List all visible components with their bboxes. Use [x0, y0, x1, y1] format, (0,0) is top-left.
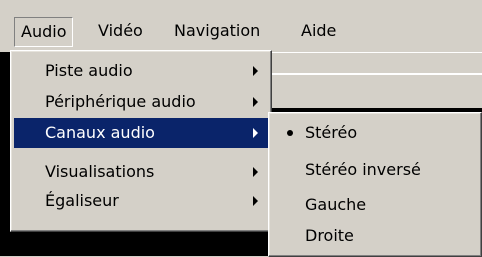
- menu-item-label: Égaliseur: [45, 191, 119, 210]
- menu-item-egaliseur[interactable]: Égaliseur: [14, 186, 268, 216]
- menu-navigation[interactable]: Navigation: [168, 17, 266, 45]
- submenu-item-gauche[interactable]: Gauche: [272, 190, 478, 220]
- menu-item-visualisations[interactable]: Visualisations: [14, 157, 268, 187]
- submenu-item-label: Gauche: [305, 195, 367, 214]
- submenu-arrow-icon: [253, 196, 258, 206]
- submenu-item-droite[interactable]: Droite: [272, 221, 478, 251]
- submenu-item-label: Stéréo: [305, 123, 358, 142]
- submenu-item-stereo-inverse[interactable]: Stéréo inversé: [272, 155, 478, 185]
- menu-item-label: Périphérique audio: [45, 92, 196, 111]
- menu-item-canaux-audio[interactable]: Canaux audio: [14, 118, 268, 148]
- submenu-item-label: Droite: [305, 226, 354, 245]
- menu-video[interactable]: Vidéo: [92, 17, 149, 45]
- submenu-arrow-icon: [253, 97, 258, 107]
- menu-item-label: Canaux audio: [45, 123, 155, 142]
- toolbar-separator: [268, 73, 482, 75]
- channels-submenu: Stéréo Stéréo inversé Gauche Droite: [268, 112, 482, 257]
- submenu-arrow-icon: [253, 128, 258, 138]
- submenu-item-label: Stéréo inversé: [305, 160, 421, 179]
- submenu-arrow-icon: [253, 66, 258, 76]
- menu-item-label: Piste audio: [45, 61, 133, 80]
- menu-audio[interactable]: Audio: [14, 17, 74, 47]
- radio-bullet-icon: [287, 130, 293, 136]
- menu-item-peripherique-audio[interactable]: Périphérique audio: [14, 87, 268, 117]
- menu-bar: Audio Vidéo Navigation Aide: [0, 0, 482, 52]
- submenu-arrow-icon: [253, 167, 258, 177]
- toolbar-strip: [268, 52, 482, 108]
- submenu-item-stereo[interactable]: Stéréo: [272, 118, 478, 148]
- menu-item-piste-audio[interactable]: Piste audio: [14, 56, 268, 86]
- menu-item-label: Visualisations: [45, 162, 155, 181]
- menu-aide[interactable]: Aide: [295, 17, 342, 45]
- audio-menu: Piste audio Périphérique audio Canaux au…: [10, 50, 272, 232]
